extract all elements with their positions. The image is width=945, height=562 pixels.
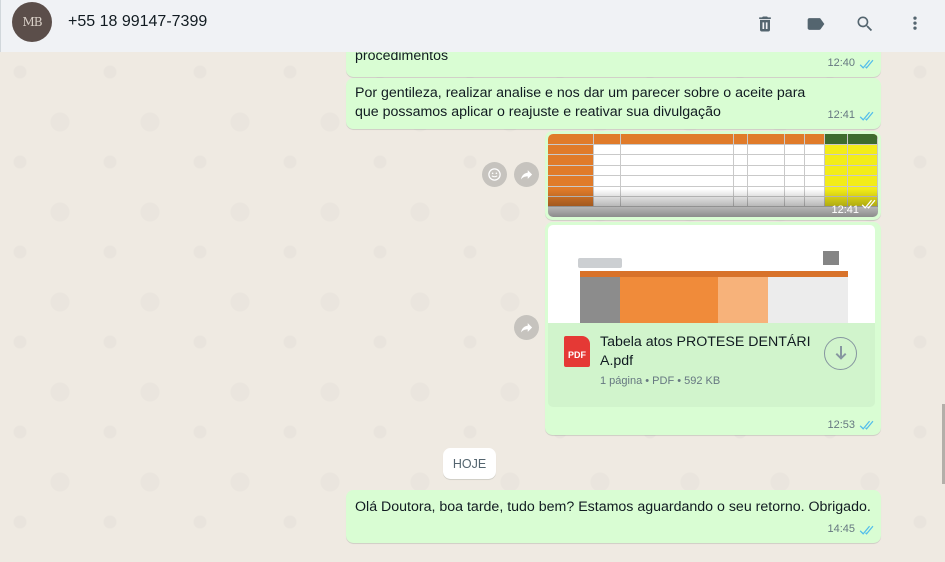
- message-text: procedimentos: [355, 52, 449, 64]
- message-time: 12:41: [827, 109, 855, 121]
- menu-dots-icon[interactable]: [903, 12, 927, 36]
- double-check-icon: [858, 524, 874, 535]
- download-icon[interactable]: [824, 337, 857, 370]
- trash-icon[interactable]: [753, 12, 777, 36]
- message-meta: 12:41: [827, 106, 874, 125]
- message-meta: 12:53: [827, 419, 874, 431]
- message-text: Por gentileza, realizar analise e nos da…: [355, 85, 806, 120]
- document-name: Tabela atos PROTESE DENTÁRIA.pdf: [600, 334, 811, 369]
- chat-area[interactable]: procedimentos 12:40 Por gentileza, reali…: [0, 52, 945, 562]
- pdf-file-icon: PDF: [564, 336, 590, 367]
- double-check-icon: [860, 197, 876, 215]
- message-text: Olá Doutora, boa tarde, tudo bem? Estamo…: [355, 499, 871, 515]
- message-meta: 14:45: [827, 520, 874, 539]
- double-check-icon: [858, 58, 874, 69]
- message-bubble[interactable]: procedimentos 12:40: [346, 52, 881, 77]
- forward-icon[interactable]: [514, 315, 539, 340]
- message-time: 12:41: [831, 204, 859, 216]
- message-bubble[interactable]: Olá Doutora, boa tarde, tudo bem? Estamo…: [346, 490, 881, 543]
- forward-icon[interactable]: [514, 162, 539, 187]
- label-icon[interactable]: [804, 12, 828, 36]
- message-time: 12:40: [827, 57, 855, 69]
- message-meta: 12:40: [827, 54, 874, 73]
- avatar[interactable]: MB: [12, 2, 52, 42]
- message-time: 14:45: [827, 523, 855, 535]
- message-bubble[interactable]: Por gentileza, realizar analise e nos da…: [346, 78, 881, 129]
- double-check-icon: [858, 420, 874, 431]
- document-preview[interactable]: [548, 225, 875, 323]
- chat-header: MB +55 18 99147-7399: [0, 0, 945, 52]
- document-info: 1 página • PDF • 592 KB: [600, 375, 721, 387]
- date-chip: HOJE: [443, 448, 496, 479]
- image-message[interactable]: 12:41: [545, 131, 881, 220]
- document-message[interactable]: PDF Tabela atos PROTESE DENTÁRIA.pdf 1 p…: [545, 222, 881, 435]
- search-icon[interactable]: [853, 12, 877, 36]
- document-card[interactable]: PDF Tabela atos PROTESE DENTÁRIA.pdf 1 p…: [548, 323, 875, 407]
- contact-name[interactable]: +55 18 99147-7399: [68, 13, 207, 31]
- table-image[interactable]: [548, 134, 878, 217]
- message-time: 12:53: [827, 419, 855, 431]
- emoji-reaction-icon[interactable]: [482, 162, 507, 187]
- double-check-icon: [858, 110, 874, 121]
